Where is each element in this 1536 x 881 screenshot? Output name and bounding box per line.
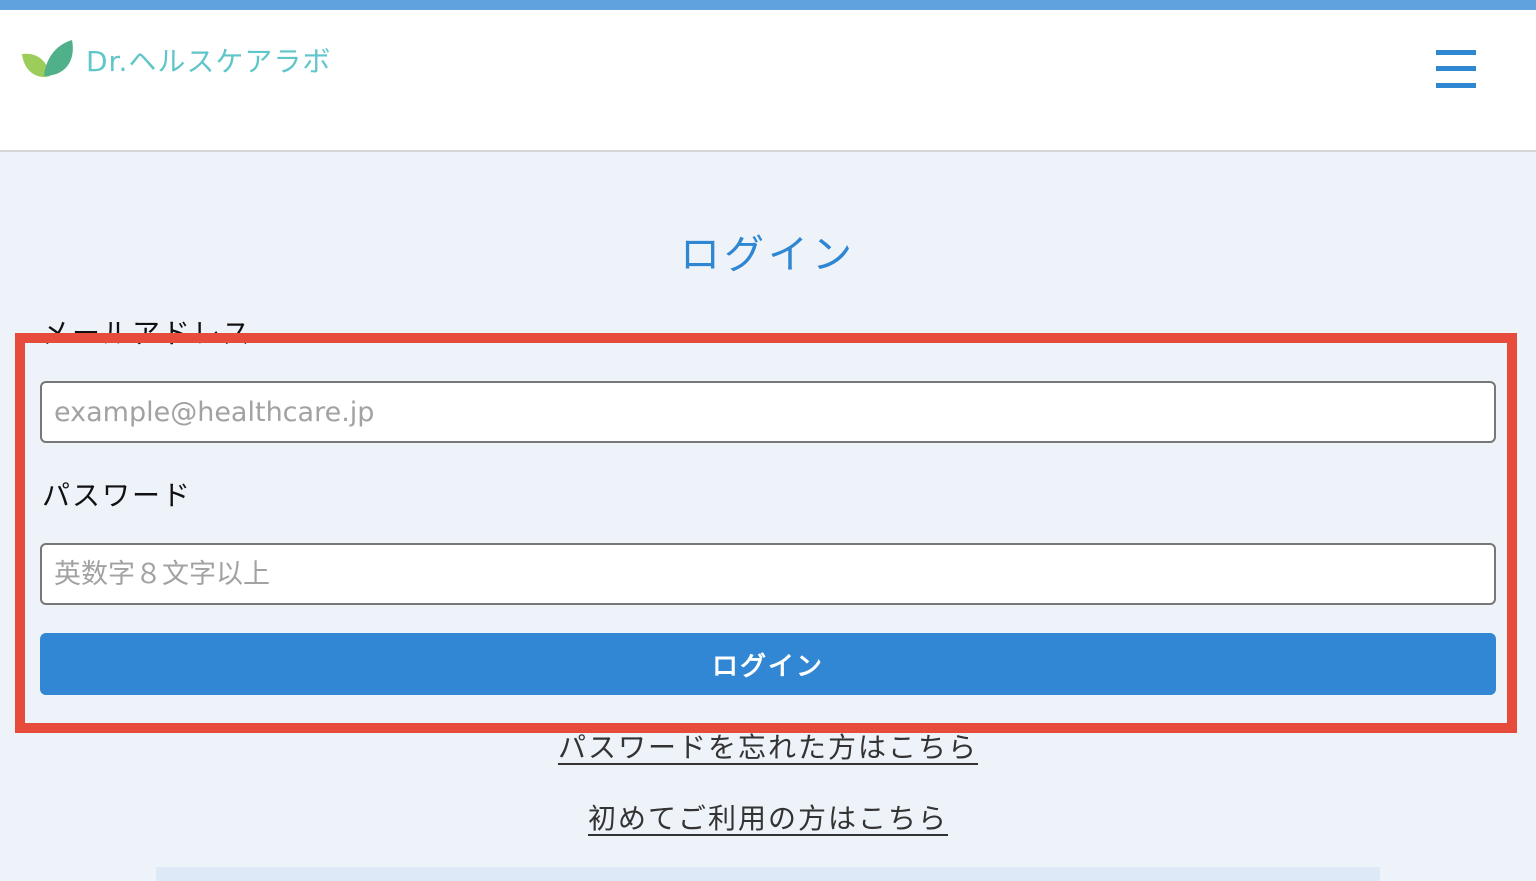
login-button[interactable]: ログイン <box>40 633 1496 695</box>
email-input[interactable] <box>40 381 1496 443</box>
first-time-row: 初めてご利用の方はこちら <box>0 797 1536 837</box>
bottom-panel <box>156 867 1380 881</box>
hamburger-menu-icon[interactable] <box>1436 50 1476 90</box>
page-title: ログイン <box>680 232 856 278</box>
forgot-password-link[interactable]: パスワードを忘れた方はこちら <box>558 731 978 764</box>
first-time-user-link[interactable]: 初めてご利用の方はこちら <box>588 802 948 835</box>
top-accent-bar <box>0 0 1536 10</box>
logo-text: Dr.ヘルスケアラボ <box>86 45 332 78</box>
site-header: Dr.ヘルスケアラボ <box>0 10 1536 152</box>
forgot-password-row: パスワードを忘れた方はこちら <box>0 726 1536 766</box>
password-label: パスワード <box>42 479 193 512</box>
leaf-icon <box>20 38 76 82</box>
site-logo[interactable]: Dr.ヘルスケアラボ <box>20 38 331 82</box>
password-input[interactable] <box>40 543 1496 605</box>
email-label: メールアドレス <box>42 317 253 350</box>
